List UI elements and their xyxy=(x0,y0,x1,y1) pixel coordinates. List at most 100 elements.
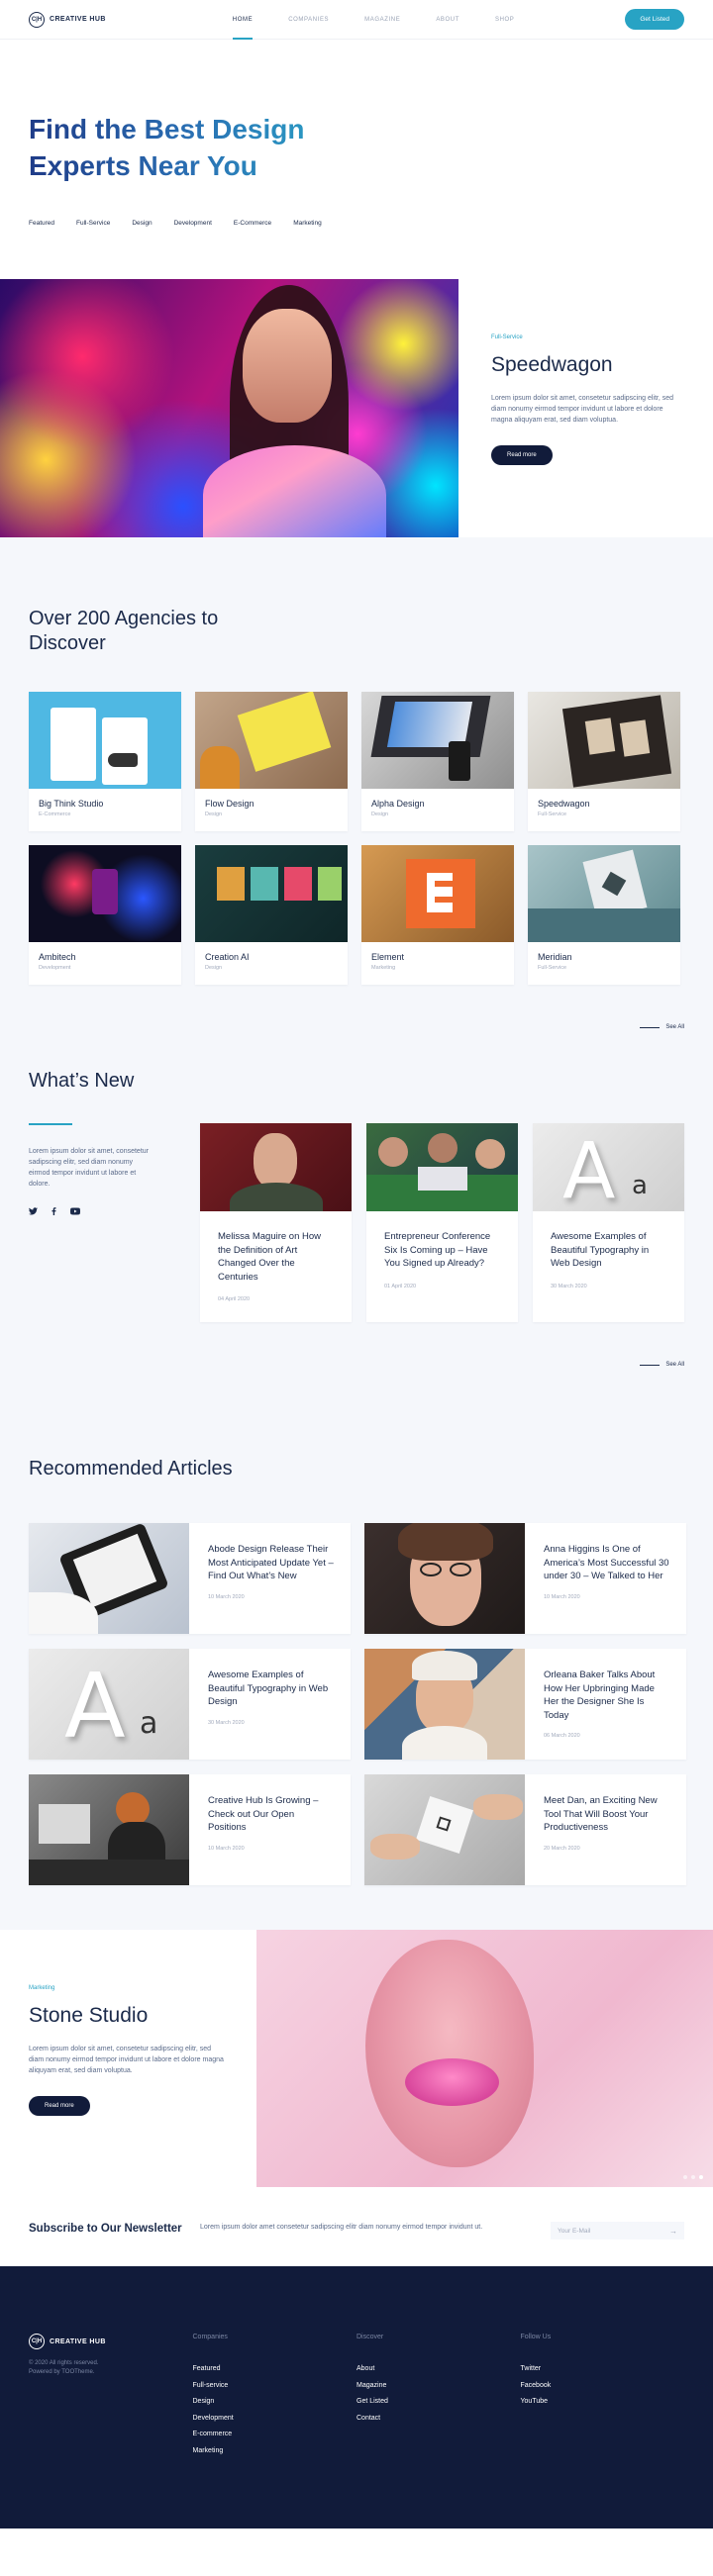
footer-heading: Follow Us xyxy=(520,2334,552,2340)
footer-link[interactable]: About xyxy=(356,2361,521,2378)
agency-card[interactable]: Big Think Studio E-Commerce xyxy=(29,692,181,831)
agency-card[interactable]: Alpha Design Design xyxy=(361,692,514,831)
footer-heading: Companies xyxy=(192,2334,228,2340)
agency-image xyxy=(195,692,348,789)
logo-mark: C|H xyxy=(29,11,45,28)
article-card[interactable]: Abode Design Release Their Most Anticipa… xyxy=(29,1523,351,1634)
whats-new-section: What’s New Lorem ipsum dolor sit amet, c… xyxy=(0,1037,713,1403)
stone-read-more-button[interactable]: Read more xyxy=(29,2096,90,2116)
footer-link[interactable]: YouTube xyxy=(521,2394,685,2411)
article-title: Orleana Baker Talks About How Her Upbrin… xyxy=(544,1670,656,1721)
agency-image xyxy=(195,845,348,942)
agency-name: Flow Design xyxy=(205,799,255,809)
article-date: 30 March 2020 xyxy=(208,1719,245,1726)
article-image xyxy=(29,1523,189,1634)
whats-new-intro: Lorem ipsum dolor sit amet, consetetur s… xyxy=(29,1123,200,1322)
footer-link[interactable]: Twitter xyxy=(521,2361,685,2378)
agency-card[interactable]: Creation AI Design xyxy=(195,845,348,985)
agency-card[interactable]: Ambitech Development xyxy=(29,845,181,985)
whats-new-see-all-link[interactable]: See All xyxy=(29,1362,684,1368)
news-card[interactable]: Entrepreneur Conference Six Is Coming up… xyxy=(366,1123,518,1322)
article-date: 10 March 2020 xyxy=(208,1593,245,1600)
youtube-icon[interactable] xyxy=(69,1207,81,1217)
accent-rule xyxy=(29,1123,72,1125)
footer-column-companies: Companies Featured Full-service Design D… xyxy=(193,2334,357,2528)
agency-name: Meridian xyxy=(538,952,572,962)
whats-new-title: What’s New xyxy=(29,1070,135,1092)
footer-link[interactable]: Featured xyxy=(193,2361,357,2378)
slider-dot[interactable] xyxy=(683,2175,687,2179)
nav-companies[interactable]: COMPANIES xyxy=(288,0,329,40)
see-all-line xyxy=(640,1026,661,1028)
featured-category: Full-Service xyxy=(491,334,523,340)
agency-card[interactable]: Meridian Full-Service xyxy=(528,845,680,985)
stone-info: Marketing Stone Studio Lorem ipsum dolor… xyxy=(0,1930,256,2187)
footer-link[interactable]: Contact xyxy=(356,2411,521,2428)
nav-magazine[interactable]: MAGAZINE xyxy=(364,0,400,40)
stone-image-face xyxy=(365,1940,534,2167)
category-marketing[interactable]: Marketing xyxy=(293,220,322,227)
news-image xyxy=(366,1123,518,1211)
agency-category: Development xyxy=(39,965,71,971)
agency-card[interactable]: Element Marketing xyxy=(361,845,514,985)
nav-shop[interactable]: SHOP xyxy=(495,0,514,40)
get-listed-button[interactable]: Get Listed xyxy=(625,9,684,30)
slider-dot-active[interactable] xyxy=(699,2175,703,2179)
footer-link[interactable]: Magazine xyxy=(356,2378,521,2395)
article-image xyxy=(364,1649,525,1760)
recommended-title: Recommended Articles xyxy=(29,1458,233,1479)
newsletter-section: Subscribe to Our Newsletter Lorem ipsum … xyxy=(0,2187,713,2266)
see-all-label: See All xyxy=(665,1024,684,1030)
category-development[interactable]: Development xyxy=(174,220,212,227)
agencies-see-all-link[interactable]: See All xyxy=(29,1024,684,1030)
article-date: 20 March 2020 xyxy=(544,1845,580,1852)
whats-new-row: Lorem ipsum dolor sit amet, consetetur s… xyxy=(29,1123,684,1322)
news-card[interactable]: Melissa Maguire on How the Definition of… xyxy=(200,1123,352,1322)
nav-home[interactable]: HOME xyxy=(232,0,254,40)
agency-name: Speedwagon xyxy=(538,799,590,809)
footer-link[interactable]: Full-service xyxy=(193,2378,357,2395)
facebook-icon[interactable] xyxy=(51,1207,56,1217)
featured-image[interactable] xyxy=(0,279,458,537)
article-card[interactable]: Orleana Baker Talks About How Her Upbrin… xyxy=(364,1649,686,1760)
news-card[interactable]: A a Awesome Examples of Beautiful Typogr… xyxy=(533,1123,684,1322)
agency-image xyxy=(361,692,514,789)
category-full-service[interactable]: Full-Service xyxy=(76,220,110,227)
agency-name: Ambitech xyxy=(39,952,76,962)
article-image xyxy=(364,1523,525,1634)
slider-dot[interactable] xyxy=(691,2175,695,2179)
agency-card[interactable]: Speedwagon Full-Service xyxy=(528,692,680,831)
footer-link[interactable]: Get Listed xyxy=(356,2394,521,2411)
agencies-title: Over 200 Agencies to Discover xyxy=(29,608,219,654)
footer-link[interactable]: Development xyxy=(193,2411,357,2428)
email-field[interactable]: Your E-Mail → xyxy=(551,2222,684,2240)
footer-logo[interactable]: C|H CREATIVE HUB xyxy=(29,2334,193,2349)
article-card[interactable]: Creative Hub Is Growing – Check out Our … xyxy=(29,1774,351,1885)
footer-link[interactable]: Facebook xyxy=(521,2378,685,2395)
article-date: 10 March 2020 xyxy=(544,1593,580,1600)
category-e-commerce[interactable]: E-Commerce xyxy=(234,220,271,227)
footer-link[interactable]: E-commerce xyxy=(193,2427,357,2443)
nav-about[interactable]: ABOUT xyxy=(436,0,459,40)
arrow-right-icon[interactable]: → xyxy=(669,2227,677,2236)
stone-image[interactable] xyxy=(256,1930,713,2187)
footer-link[interactable]: Design xyxy=(193,2394,357,2411)
featured-info: Full-Service Speedwagon Lorem ipsum dolo… xyxy=(458,279,713,537)
featured-image-face xyxy=(243,309,332,423)
see-all-line xyxy=(640,1364,661,1366)
logo[interactable]: C|H CREATIVE HUB xyxy=(29,11,106,28)
news-date: 30 March 2020 xyxy=(551,1283,587,1289)
featured-read-more-button[interactable]: Read more xyxy=(491,445,553,465)
article-card[interactable]: Anna Higgins Is One of America’s Most Su… xyxy=(364,1523,686,1634)
agency-category: Full-Service xyxy=(538,811,567,817)
footer-link[interactable]: Marketing xyxy=(193,2443,357,2460)
whats-new-cards: Melissa Maguire on How the Definition of… xyxy=(200,1123,684,1322)
twitter-icon[interactable] xyxy=(29,1207,38,1217)
category-design[interactable]: Design xyxy=(132,220,152,227)
agency-category: Design xyxy=(371,811,389,817)
article-card[interactable]: Meet Dan, an Exciting New Tool That Will… xyxy=(364,1774,686,1885)
article-card[interactable]: A a Awesome Examples of Beautiful Typogr… xyxy=(29,1649,351,1760)
agency-card[interactable]: Flow Design Design xyxy=(195,692,348,831)
category-featured[interactable]: Featured xyxy=(29,220,54,227)
news-image: A a xyxy=(533,1123,684,1211)
